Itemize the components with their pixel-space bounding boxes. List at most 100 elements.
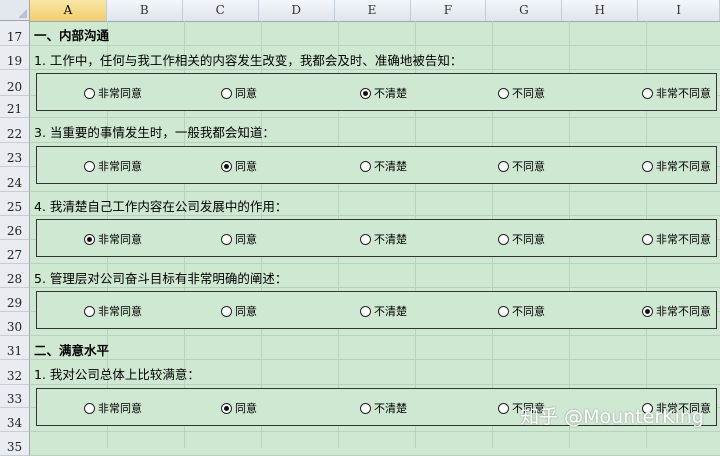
- radio-option[interactable]: 同意: [221, 158, 257, 174]
- radio-option-label: 非常不同意: [656, 160, 711, 173]
- row-number: 17: [6, 30, 23, 44]
- grid-row-line: [30, 45, 720, 46]
- radio-unchecked-icon[interactable]: [498, 87, 509, 99]
- radio-option[interactable]: 不同意: [498, 231, 545, 247]
- column-headers: ABCDEFGHI: [30, 0, 720, 22]
- radio-unchecked-icon[interactable]: [642, 233, 653, 245]
- question-text: 1. 我对公司总体上比较满意：: [34, 367, 200, 382]
- row-number: 31: [6, 344, 23, 358]
- radio-unchecked-icon[interactable]: [84, 87, 95, 99]
- row-header-17[interactable]: 17: [0, 21, 30, 46]
- radio-option[interactable]: 不清楚: [360, 400, 407, 416]
- radio-option[interactable]: 非常同意: [84, 158, 142, 174]
- column-header-g[interactable]: G: [486, 0, 563, 21]
- radio-unchecked-icon[interactable]: [498, 305, 509, 317]
- radio-option[interactable]: 不同意: [498, 85, 545, 101]
- radio-unchecked-icon[interactable]: [84, 402, 95, 414]
- radio-checked-icon[interactable]: [360, 87, 371, 99]
- column-header-i[interactable]: I: [638, 0, 720, 21]
- radio-option[interactable]: 非常不同意: [642, 231, 711, 247]
- column-header-c[interactable]: C: [183, 0, 259, 21]
- radio-unchecked-icon[interactable]: [498, 160, 509, 172]
- radio-option[interactable]: 非常不同意: [642, 303, 711, 319]
- radio-unchecked-icon[interactable]: [642, 160, 653, 172]
- radio-option[interactable]: 非常不同意: [642, 85, 711, 101]
- radio-option-label: 同意: [235, 402, 257, 415]
- column-header-d[interactable]: D: [259, 0, 335, 21]
- row-header-25[interactable]: 25: [0, 192, 30, 216]
- row-header-26[interactable]: 26: [0, 216, 30, 240]
- radio-option[interactable]: 不清楚: [360, 303, 407, 319]
- row-number: 25: [6, 200, 23, 214]
- radio-option[interactable]: 同意: [221, 400, 257, 416]
- radio-unchecked-icon[interactable]: [498, 402, 509, 414]
- row-header-19[interactable]: 19: [0, 46, 30, 70]
- radio-unchecked-icon[interactable]: [642, 87, 653, 99]
- radio-option[interactable]: 同意: [221, 231, 257, 247]
- radio-option-label: 不清楚: [374, 233, 407, 246]
- radio-option[interactable]: 不清楚: [360, 158, 407, 174]
- radio-checked-icon[interactable]: [642, 305, 653, 317]
- radio-unchecked-icon[interactable]: [360, 305, 371, 317]
- radio-option-label: 非常同意: [98, 160, 142, 173]
- row-number: 28: [6, 272, 23, 286]
- row-header-28[interactable]: 28: [0, 264, 30, 288]
- radio-option-label: 不清楚: [374, 160, 407, 173]
- radio-option[interactable]: 非常同意: [84, 303, 142, 319]
- select-all-corner[interactable]: [0, 0, 30, 21]
- radio-option[interactable]: 同意: [221, 303, 257, 319]
- row-number: 24: [6, 176, 23, 190]
- row-header-33[interactable]: 33: [0, 385, 30, 408]
- radio-option[interactable]: 非常同意: [84, 85, 142, 101]
- row-header-35[interactable]: 35: [0, 432, 30, 456]
- radio-option[interactable]: 不清楚: [360, 231, 407, 247]
- radio-unchecked-icon[interactable]: [221, 87, 232, 99]
- row-header-30[interactable]: 30: [0, 312, 30, 336]
- radio-unchecked-icon[interactable]: [498, 233, 509, 245]
- row-header-29[interactable]: 29: [0, 288, 30, 312]
- radio-option[interactable]: 不清楚: [360, 85, 407, 101]
- row-header-27[interactable]: 27: [0, 240, 30, 264]
- row-header-34[interactable]: 34: [0, 408, 30, 432]
- radio-checked-icon[interactable]: [221, 160, 232, 172]
- column-header-h[interactable]: H: [562, 0, 639, 21]
- row-number: 26: [6, 224, 23, 238]
- radio-option[interactable]: 非常同意: [84, 231, 142, 247]
- radio-checked-icon[interactable]: [84, 233, 95, 245]
- row-header-21[interactable]: 21: [0, 96, 30, 118]
- row-header-32[interactable]: 32: [0, 360, 30, 385]
- radio-option-label: 同意: [235, 160, 257, 173]
- radio-option[interactable]: 同意: [221, 85, 257, 101]
- question-text: 1. 工作中，任何与我工作相关的内容发生改变，我都会及时、准确地被告知：: [34, 53, 463, 68]
- radio-unchecked-icon[interactable]: [360, 402, 371, 414]
- grid-row-line: [30, 384, 720, 385]
- radio-unchecked-icon[interactable]: [221, 305, 232, 317]
- radio-checked-icon[interactable]: [221, 402, 232, 414]
- radio-unchecked-icon[interactable]: [221, 233, 232, 245]
- radio-option[interactable]: 不同意: [498, 303, 545, 319]
- row-header-22[interactable]: 22: [0, 118, 30, 143]
- radio-unchecked-icon[interactable]: [84, 305, 95, 317]
- question-text: 4. 我清楚自己工作内容在公司发展中的作用：: [34, 199, 288, 214]
- radio-unchecked-icon[interactable]: [360, 160, 371, 172]
- column-header-f[interactable]: F: [411, 0, 487, 21]
- row-header-24[interactable]: 24: [0, 167, 30, 192]
- row-number: 30: [6, 320, 23, 334]
- radio-option[interactable]: 不同意: [498, 158, 545, 174]
- row-header-20[interactable]: 20: [0, 70, 30, 96]
- row-header-23[interactable]: 23: [0, 143, 30, 167]
- radio-unchecked-icon[interactable]: [84, 160, 95, 172]
- column-header-e[interactable]: E: [335, 0, 411, 21]
- radio-option[interactable]: 非常不同意: [642, 158, 711, 174]
- row-number: 29: [6, 296, 23, 310]
- column-header-b[interactable]: B: [107, 0, 183, 21]
- radio-option[interactable]: 非常同意: [84, 400, 142, 416]
- radio-option-label: 非常不同意: [656, 233, 711, 246]
- row-header-31[interactable]: 31: [0, 336, 30, 360]
- question-text: 5. 管理层对公司奋斗目标有非常明确的阐述：: [34, 271, 288, 286]
- worksheet-grid[interactable]: 一、内部沟通 1. 工作中，任何与我工作相关的内容发生改变，我都会及时、准确地被告…: [30, 21, 720, 456]
- section-title: 二、满意水平: [34, 343, 110, 358]
- watermark: 知乎 @MounterKing: [520, 406, 704, 428]
- radio-unchecked-icon[interactable]: [360, 233, 371, 245]
- column-header-a[interactable]: A: [30, 0, 107, 21]
